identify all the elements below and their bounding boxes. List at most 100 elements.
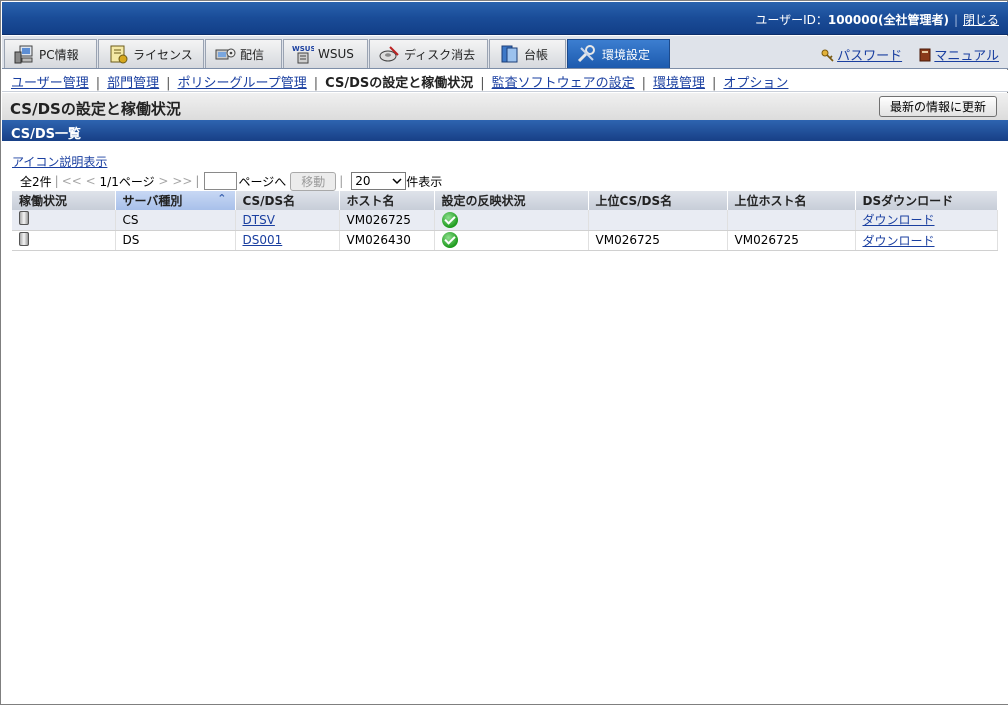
prev-page-button[interactable]: < [86, 174, 96, 188]
reflection-cell [434, 210, 589, 231]
manual-icon [918, 48, 932, 62]
col-host-name[interactable]: ホスト名 [339, 191, 435, 210]
wsus-icon: WSUS [292, 44, 316, 64]
status-cell [12, 230, 116, 251]
tab-ledger[interactable]: 台帳 [489, 39, 566, 68]
pc-icon [13, 44, 35, 64]
tab-disk-erase[interactable]: ディスク消去 [369, 39, 488, 68]
per-page-value: 20 [355, 174, 371, 188]
tab-label: PC情報 [39, 47, 79, 62]
status-cell [12, 210, 116, 231]
divider: | [166, 76, 171, 91]
refresh-button[interactable]: 最新の情報に更新 [878, 96, 997, 117]
sort-ascending-icon: ⌃ [217, 192, 227, 205]
server-type-cell: CS [115, 210, 236, 231]
download-link[interactable]: ダウンロード [863, 234, 935, 248]
tab-delivery[interactable]: 配信 [205, 39, 282, 68]
close-link[interactable]: 閉じる [963, 13, 999, 27]
tab-label: 台帳 [524, 47, 549, 62]
reflection-cell [434, 230, 589, 251]
cs-ds-table: 稼働状況 サーバ種別 ⌃ CS/DS名 ホスト名 設定の反映状況 上位CS/DS名… [12, 191, 998, 251]
license-icon [107, 44, 129, 64]
col-ds-download[interactable]: DSダウンロード [855, 191, 998, 210]
host-cell: VM026725 [339, 210, 435, 231]
name-cell: DS001 [235, 230, 340, 251]
page-title-bar: CS/DSの設定と稼働状況 最新の情報に更新 [2, 93, 1008, 120]
total-count: 全2件 [20, 174, 52, 189]
tab-settings[interactable]: 環境設定 [567, 39, 670, 68]
download-link[interactable]: ダウンロード [863, 213, 935, 227]
password-link[interactable]: パスワード [837, 49, 902, 64]
tab-label: 配信 [240, 47, 265, 62]
first-page-button[interactable]: << [62, 174, 82, 188]
check-icon [441, 211, 458, 228]
page-number-input[interactable] [204, 172, 238, 190]
settings-icon [576, 44, 598, 64]
pager: 全2件 | << < 1/1ページ > >> | ページへ 移動 | 20 件表… [20, 171, 442, 191]
subnav-policy-group-management[interactable]: ポリシーグループ管理 [178, 76, 307, 91]
divider: | [195, 174, 200, 188]
tab-label: 環境設定 [602, 47, 651, 62]
download-cell: ダウンロード [855, 230, 998, 251]
tab-pc-info[interactable]: PC情報 [4, 39, 97, 68]
col-cs-ds-name[interactable]: CS/DS名 [235, 191, 340, 210]
goto-suffix: ページへ [238, 174, 287, 189]
key-icon [821, 48, 835, 62]
divider: | [641, 76, 647, 91]
col-reflection-status[interactable]: 設定の反映状況 [434, 191, 589, 210]
section-header: CS/DS一覧 [2, 120, 1008, 142]
parent-host-cell: VM026725 [727, 230, 856, 251]
host-cell: VM026430 [339, 230, 435, 251]
server-icon [19, 211, 29, 226]
download-cell: ダウンロード [855, 210, 998, 231]
parent-host-cell [727, 210, 856, 231]
cs-ds-name-link[interactable]: DTSV [243, 213, 275, 227]
move-button[interactable]: 移動 [290, 171, 337, 191]
ledger-icon [498, 44, 520, 64]
col-label: サーバ種別 [122, 194, 183, 208]
name-cell: DTSV [235, 210, 340, 231]
app-window: ユーザーID：100000(全社管理者) | 閉じる PC情報 ライセンス 配信 W… [0, 0, 1008, 705]
tab-label: WSUS [318, 47, 354, 61]
next-page-button[interactable]: > [158, 174, 168, 188]
delivery-icon [214, 44, 236, 64]
parent-name-cell [588, 210, 728, 231]
user-id-value: 100000(全社管理者) [827, 13, 949, 27]
divider: | [95, 76, 101, 91]
per-page-select[interactable]: 20 [351, 172, 407, 190]
manual-link[interactable]: マニュアル [934, 49, 999, 64]
col-parent-host-name[interactable]: 上位ホスト名 [727, 191, 856, 210]
main-tabs: PC情報 ライセンス 配信 WSUS WSUS ディスク消去 台帳 環境設定 パ… [2, 36, 1008, 69]
server-icon [19, 231, 29, 246]
cs-ds-name-link[interactable]: DS001 [243, 233, 283, 247]
chevron-down-icon [392, 178, 402, 185]
subnav-environment-management[interactable]: 環境管理 [653, 76, 705, 91]
col-status[interactable]: 稼働状況 [12, 191, 116, 210]
subnav-options[interactable]: オプション [723, 76, 788, 91]
user-info: ユーザーID：100000(全社管理者) | 閉じる [755, 11, 999, 28]
table-row: CS DTSV VM026725 ダウンロード [12, 210, 998, 231]
top-header: ユーザーID：100000(全社管理者) | 閉じる [2, 2, 1008, 35]
table-row: DS DS001 VM026430 VM026725 VM026725 ダウンロ… [12, 230, 998, 251]
col-parent-cs-ds-name[interactable]: 上位CS/DS名 [588, 191, 728, 210]
subnav-user-management[interactable]: ユーザー管理 [11, 76, 89, 91]
divider: | [712, 76, 717, 91]
subnav-audit-software[interactable]: 監査ソフトウェアの設定 [492, 76, 635, 91]
user-id-label: ユーザーID： [755, 13, 828, 27]
svg-text:WSUS: WSUS [292, 45, 314, 53]
parent-name-cell: VM026725 [588, 230, 728, 251]
icon-legend: アイコン説明表示 [12, 153, 107, 170]
tab-label: ライセンス [133, 47, 193, 62]
col-server-type[interactable]: サーバ種別 ⌃ [115, 191, 236, 210]
divider: | [953, 13, 958, 27]
disk-erase-icon [378, 44, 400, 64]
sub-navigation: ユーザー管理 | 部門管理 | ポリシーグループ管理 | CS/DSの設定と稼働状況 | 監査ソ… [2, 70, 1008, 92]
last-page-button[interactable]: >> [172, 174, 192, 188]
tab-license[interactable]: ライセンス [98, 39, 204, 68]
tab-wsus[interactable]: WSUS WSUS [283, 39, 368, 68]
page-title: CS/DSの設定と稼働状況 [10, 100, 181, 118]
table-header-row: 稼働状況 サーバ種別 ⌃ CS/DS名 ホスト名 設定の反映状況 上位CS/DS名… [12, 191, 998, 210]
subnav-department-management[interactable]: 部門管理 [107, 76, 159, 91]
icon-legend-link[interactable]: アイコン説明表示 [12, 155, 107, 169]
per-page-suffix: 件表示 [406, 174, 443, 189]
